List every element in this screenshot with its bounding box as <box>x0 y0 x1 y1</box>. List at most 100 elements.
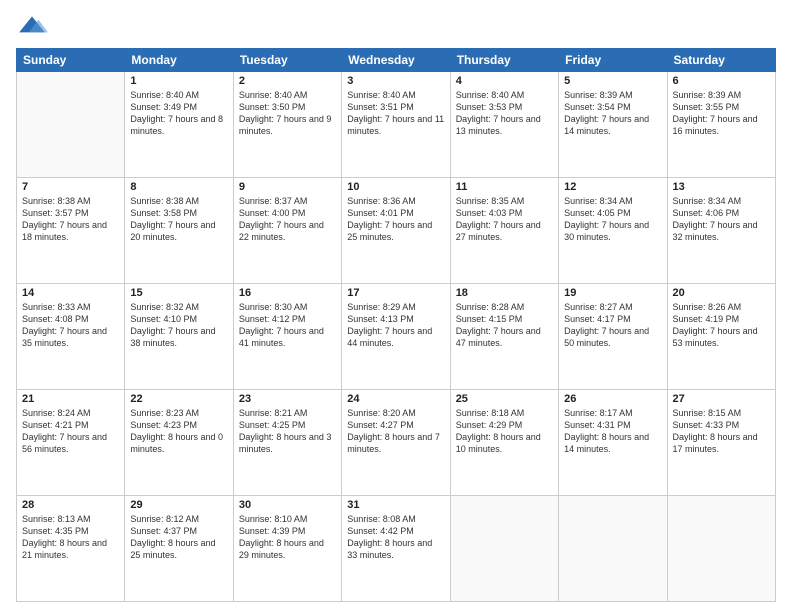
cell-details: Sunrise: 8:08 AMSunset: 4:42 PMDaylight:… <box>347 513 444 562</box>
cell-details: Sunrise: 8:34 AMSunset: 4:05 PMDaylight:… <box>564 195 661 244</box>
day-number: 23 <box>239 393 336 405</box>
day-number: 10 <box>347 181 444 193</box>
header <box>16 10 776 42</box>
day-number: 22 <box>130 393 227 405</box>
day-number: 26 <box>564 393 661 405</box>
cell-details: Sunrise: 8:12 AMSunset: 4:37 PMDaylight:… <box>130 513 227 562</box>
day-number: 3 <box>347 75 444 87</box>
day-number: 21 <box>22 393 119 405</box>
cell-details: Sunrise: 8:38 AMSunset: 3:58 PMDaylight:… <box>130 195 227 244</box>
calendar-cell: 24Sunrise: 8:20 AMSunset: 4:27 PMDayligh… <box>342 390 450 496</box>
calendar-cell: 25 Sunrise: 8:18 AMSunset: 4:29 PMDayligh… <box>450 390 558 496</box>
calendar-cell: 14 Sunrise: 8:33 AMSunset: 4:08 PMDayligh… <box>17 284 125 390</box>
calendar-day-header: Saturday <box>667 49 775 72</box>
calendar-cell: 10 Sunrise: 8:36 AMSunset: 4:01 PMDayligh… <box>342 178 450 284</box>
calendar-cell <box>667 496 775 602</box>
calendar-cell: 31Sunrise: 8:08 AMSunset: 4:42 PMDayligh… <box>342 496 450 602</box>
calendar-cell: 4 Sunrise: 8:40 AMSunset: 3:53 PMDaylight… <box>450 72 558 178</box>
calendar-day-header: Monday <box>125 49 233 72</box>
cell-details: Sunrise: 8:33 AMSunset: 4:08 PMDaylight:… <box>22 301 119 350</box>
day-number: 25 <box>456 393 553 405</box>
day-number: 1 <box>130 75 227 87</box>
cell-details: Sunrise: 8:23 AMSunset: 4:23 PMDaylight:… <box>130 407 227 456</box>
calendar-cell: 13 Sunrise: 8:34 AMSunset: 4:06 PMDayligh… <box>667 178 775 284</box>
calendar-cell: 5 Sunrise: 8:39 AMSunset: 3:54 PMDaylight… <box>559 72 667 178</box>
calendar-cell: 17Sunrise: 8:29 AMSunset: 4:13 PMDayligh… <box>342 284 450 390</box>
day-number: 18 <box>456 287 553 299</box>
calendar-cell: 11 Sunrise: 8:35 AMSunset: 4:03 PMDayligh… <box>450 178 558 284</box>
cell-details: Sunrise: 8:18 AMSunset: 4:29 PMDaylight:… <box>456 407 553 456</box>
calendar-cell: 18 Sunrise: 8:28 AMSunset: 4:15 PMDayligh… <box>450 284 558 390</box>
day-number: 14 <box>22 287 119 299</box>
day-number: 7 <box>22 181 119 193</box>
cell-details: Sunrise: 8:34 AMSunset: 4:06 PMDaylight:… <box>673 195 770 244</box>
cell-details: Sunrise: 8:39 AMSunset: 3:55 PMDaylight:… <box>673 89 770 138</box>
cell-details: Sunrise: 8:37 AMSunset: 4:00 PMDaylight:… <box>239 195 336 244</box>
day-number: 24 <box>347 393 444 405</box>
calendar-cell <box>559 496 667 602</box>
logo <box>16 10 52 42</box>
calendar-cell: 7 Sunrise: 8:38 AMSunset: 3:57 PMDaylight… <box>17 178 125 284</box>
day-number: 13 <box>673 181 770 193</box>
cell-details: Sunrise: 8:10 AMSunset: 4:39 PMDaylight:… <box>239 513 336 562</box>
calendar-cell: 23Sunrise: 8:21 AMSunset: 4:25 PMDayligh… <box>233 390 341 496</box>
day-number: 29 <box>130 499 227 511</box>
calendar-cell: 29 Sunrise: 8:12 AMSunset: 4:37 PMDayligh… <box>125 496 233 602</box>
day-number: 4 <box>456 75 553 87</box>
day-number: 17 <box>347 287 444 299</box>
calendar-cell: 27Sunrise: 8:15 AMSunset: 4:33 PMDayligh… <box>667 390 775 496</box>
day-number: 15 <box>130 287 227 299</box>
cell-details: Sunrise: 8:27 AMSunset: 4:17 PMDaylight:… <box>564 301 661 350</box>
day-number: 2 <box>239 75 336 87</box>
calendar-cell: 26 Sunrise: 8:17 AMSunset: 4:31 PMDayligh… <box>559 390 667 496</box>
cell-details: Sunrise: 8:39 AMSunset: 3:54 PMDaylight:… <box>564 89 661 138</box>
calendar-cell: 6 Sunrise: 8:39 AMSunset: 3:55 PMDaylight… <box>667 72 775 178</box>
calendar-cell: 15 Sunrise: 8:32 AMSunset: 4:10 PMDayligh… <box>125 284 233 390</box>
cell-details: Sunrise: 8:32 AMSunset: 4:10 PMDaylight:… <box>130 301 227 350</box>
calendar-week-row: 28Sunrise: 8:13 AMSunset: 4:35 PMDayligh… <box>17 496 776 602</box>
calendar-cell: 19 Sunrise: 8:27 AMSunset: 4:17 PMDayligh… <box>559 284 667 390</box>
page: SundayMondayTuesdayWednesdayThursdayFrid… <box>0 0 792 612</box>
calendar-cell: 22 Sunrise: 8:23 AMSunset: 4:23 PMDayligh… <box>125 390 233 496</box>
day-number: 30 <box>239 499 336 511</box>
cell-details: Sunrise: 8:40 AMSunset: 3:50 PMDaylight:… <box>239 89 336 138</box>
logo-icon <box>16 10 48 42</box>
day-number: 11 <box>456 181 553 193</box>
calendar-week-row: 7 Sunrise: 8:38 AMSunset: 3:57 PMDaylight… <box>17 178 776 284</box>
calendar-week-row: 21Sunrise: 8:24 AMSunset: 4:21 PMDayligh… <box>17 390 776 496</box>
cell-details: Sunrise: 8:38 AMSunset: 3:57 PMDaylight:… <box>22 195 119 244</box>
calendar-cell: 2 Sunrise: 8:40 AMSunset: 3:50 PMDaylight… <box>233 72 341 178</box>
cell-details: Sunrise: 8:13 AMSunset: 4:35 PMDaylight:… <box>22 513 119 562</box>
day-number: 16 <box>239 287 336 299</box>
cell-details: Sunrise: 8:30 AMSunset: 4:12 PMDaylight:… <box>239 301 336 350</box>
cell-details: Sunrise: 8:26 AMSunset: 4:19 PMDaylight:… <box>673 301 770 350</box>
calendar-cell: 20Sunrise: 8:26 AMSunset: 4:19 PMDayligh… <box>667 284 775 390</box>
cell-details: Sunrise: 8:15 AMSunset: 4:33 PMDaylight:… <box>673 407 770 456</box>
day-number: 9 <box>239 181 336 193</box>
day-number: 12 <box>564 181 661 193</box>
calendar-cell <box>17 72 125 178</box>
calendar-week-row: 14 Sunrise: 8:33 AMSunset: 4:08 PMDayligh… <box>17 284 776 390</box>
calendar-day-header: Friday <box>559 49 667 72</box>
day-number: 19 <box>564 287 661 299</box>
cell-details: Sunrise: 8:17 AMSunset: 4:31 PMDaylight:… <box>564 407 661 456</box>
cell-details: Sunrise: 8:40 AMSunset: 3:51 PMDaylight:… <box>347 89 444 138</box>
calendar-day-header: Wednesday <box>342 49 450 72</box>
calendar-week-row: 1 Sunrise: 8:40 AMSunset: 3:49 PMDaylight… <box>17 72 776 178</box>
calendar-day-header: Thursday <box>450 49 558 72</box>
day-number: 5 <box>564 75 661 87</box>
cell-details: Sunrise: 8:36 AMSunset: 4:01 PMDaylight:… <box>347 195 444 244</box>
calendar-cell: 3 Sunrise: 8:40 AMSunset: 3:51 PMDaylight… <box>342 72 450 178</box>
cell-details: Sunrise: 8:35 AMSunset: 4:03 PMDaylight:… <box>456 195 553 244</box>
calendar-cell <box>450 496 558 602</box>
calendar-table: SundayMondayTuesdayWednesdayThursdayFrid… <box>16 48 776 602</box>
cell-details: Sunrise: 8:28 AMSunset: 4:15 PMDaylight:… <box>456 301 553 350</box>
cell-details: Sunrise: 8:40 AMSunset: 3:53 PMDaylight:… <box>456 89 553 138</box>
calendar-cell: 30 Sunrise: 8:10 AMSunset: 4:39 PMDayligh… <box>233 496 341 602</box>
calendar-cell: 28Sunrise: 8:13 AMSunset: 4:35 PMDayligh… <box>17 496 125 602</box>
calendar-cell: 16 Sunrise: 8:30 AMSunset: 4:12 PMDayligh… <box>233 284 341 390</box>
cell-details: Sunrise: 8:40 AMSunset: 3:49 PMDaylight:… <box>130 89 227 138</box>
day-number: 6 <box>673 75 770 87</box>
calendar-cell: 21Sunrise: 8:24 AMSunset: 4:21 PMDayligh… <box>17 390 125 496</box>
calendar-day-header: Sunday <box>17 49 125 72</box>
